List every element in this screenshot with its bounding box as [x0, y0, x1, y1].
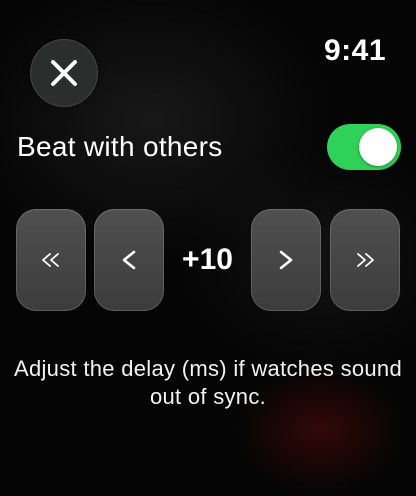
delay-value: +10 — [182, 243, 233, 276]
close-icon — [51, 60, 77, 86]
delay-help-text: Adjust the delay (ms) if watches sound o… — [13, 356, 403, 409]
double-chevron-right-icon — [357, 253, 374, 267]
chevron-right-icon — [279, 250, 293, 270]
close-button[interactable] — [30, 39, 98, 107]
delay-fast-increase-button[interactable] — [330, 209, 400, 311]
double-chevron-left-icon — [42, 253, 59, 267]
toggle-knob — [359, 128, 397, 166]
beat-with-others-label: Beat with others — [17, 131, 223, 162]
delay-increase-button[interactable] — [251, 209, 321, 311]
watch-screen: 9:41 Beat with others +10 Adjust the del… — [0, 0, 416, 496]
chevron-left-icon — [122, 250, 136, 270]
beat-with-others-toggle[interactable] — [327, 124, 401, 170]
delay-decrease-button[interactable] — [94, 209, 164, 311]
status-time: 9:41 — [323, 34, 386, 67]
delay-fast-decrease-button[interactable] — [16, 209, 86, 311]
